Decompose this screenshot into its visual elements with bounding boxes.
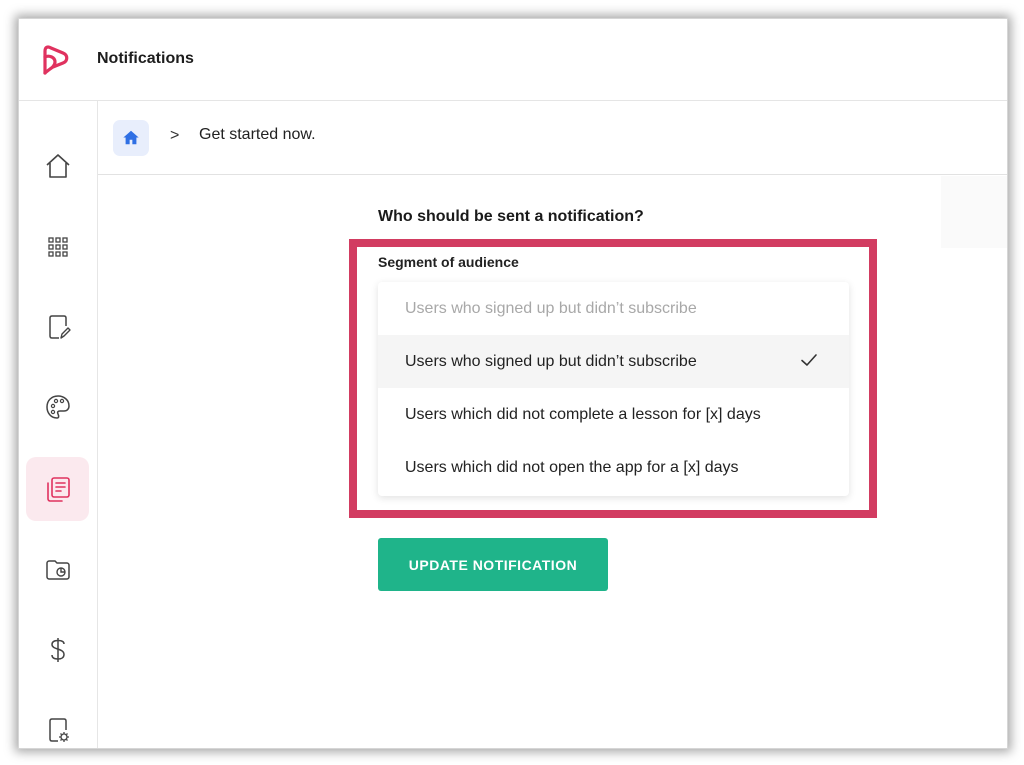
dollar-icon (50, 638, 65, 662)
apps-grid-icon (47, 237, 68, 257)
segment-dropdown-menu[interactable]: Users who signed up but didn’t subscribe… (378, 282, 849, 496)
app-window: Notifications > Get started now. Who sho… (18, 18, 1008, 749)
notifications-list-icon (46, 477, 70, 502)
segment-option[interactable]: Users who signed up but didn’t subscribe (378, 335, 849, 388)
home-icon (123, 130, 139, 145)
breadcrumb: > Get started now. (98, 101, 1007, 175)
document-settings-icon (48, 718, 69, 742)
breadcrumb-separator: > (170, 127, 180, 144)
main-content: Who should be sent a notification? Segme… (98, 176, 1007, 748)
home-icon (45, 154, 70, 178)
form-question: Who should be sent a notification? (378, 208, 644, 225)
folder-chart-icon (45, 560, 70, 580)
top-bar: Notifications (19, 19, 1007, 101)
sidebar-item-design[interactable] (26, 375, 89, 439)
segment-option-label: Users who signed up but didn’t subscribe (405, 352, 697, 370)
sidebar-item-apps[interactable] (26, 215, 89, 279)
edit-document-icon (48, 315, 71, 339)
update-notification-button[interactable]: UPDATE NOTIFICATION (378, 538, 608, 591)
sidebar-item-home[interactable] (26, 134, 89, 198)
segment-option-label: Users which did not open the app for a [… (405, 458, 739, 476)
sidebar-item-editor[interactable] (26, 295, 89, 359)
sidebar (19, 101, 98, 748)
sidebar-item-reports[interactable] (26, 537, 89, 601)
brand-logo[interactable] (39, 43, 71, 77)
breadcrumb-home-button[interactable] (113, 120, 149, 156)
checkmark-icon (801, 354, 817, 366)
segment-label: Segment of audience (378, 254, 519, 270)
palette-icon (45, 395, 70, 419)
segment-select-placeholder[interactable]: Users who signed up but didn’t subscribe (378, 282, 849, 335)
segment-option-label: Users which did not complete a lesson fo… (405, 405, 761, 423)
segment-option[interactable]: Users which did not open the app for a [… (378, 441, 849, 494)
segment-option[interactable]: Users which did not complete a lesson fo… (378, 388, 849, 441)
side-panel-placeholder (941, 176, 1007, 248)
sidebar-item-settings[interactable] (26, 698, 89, 748)
page-title: Notifications (97, 50, 194, 67)
sidebar-item-notifications[interactable] (26, 457, 89, 521)
breadcrumb-current[interactable]: Get started now. (199, 126, 316, 144)
sidebar-item-billing[interactable] (26, 618, 89, 682)
